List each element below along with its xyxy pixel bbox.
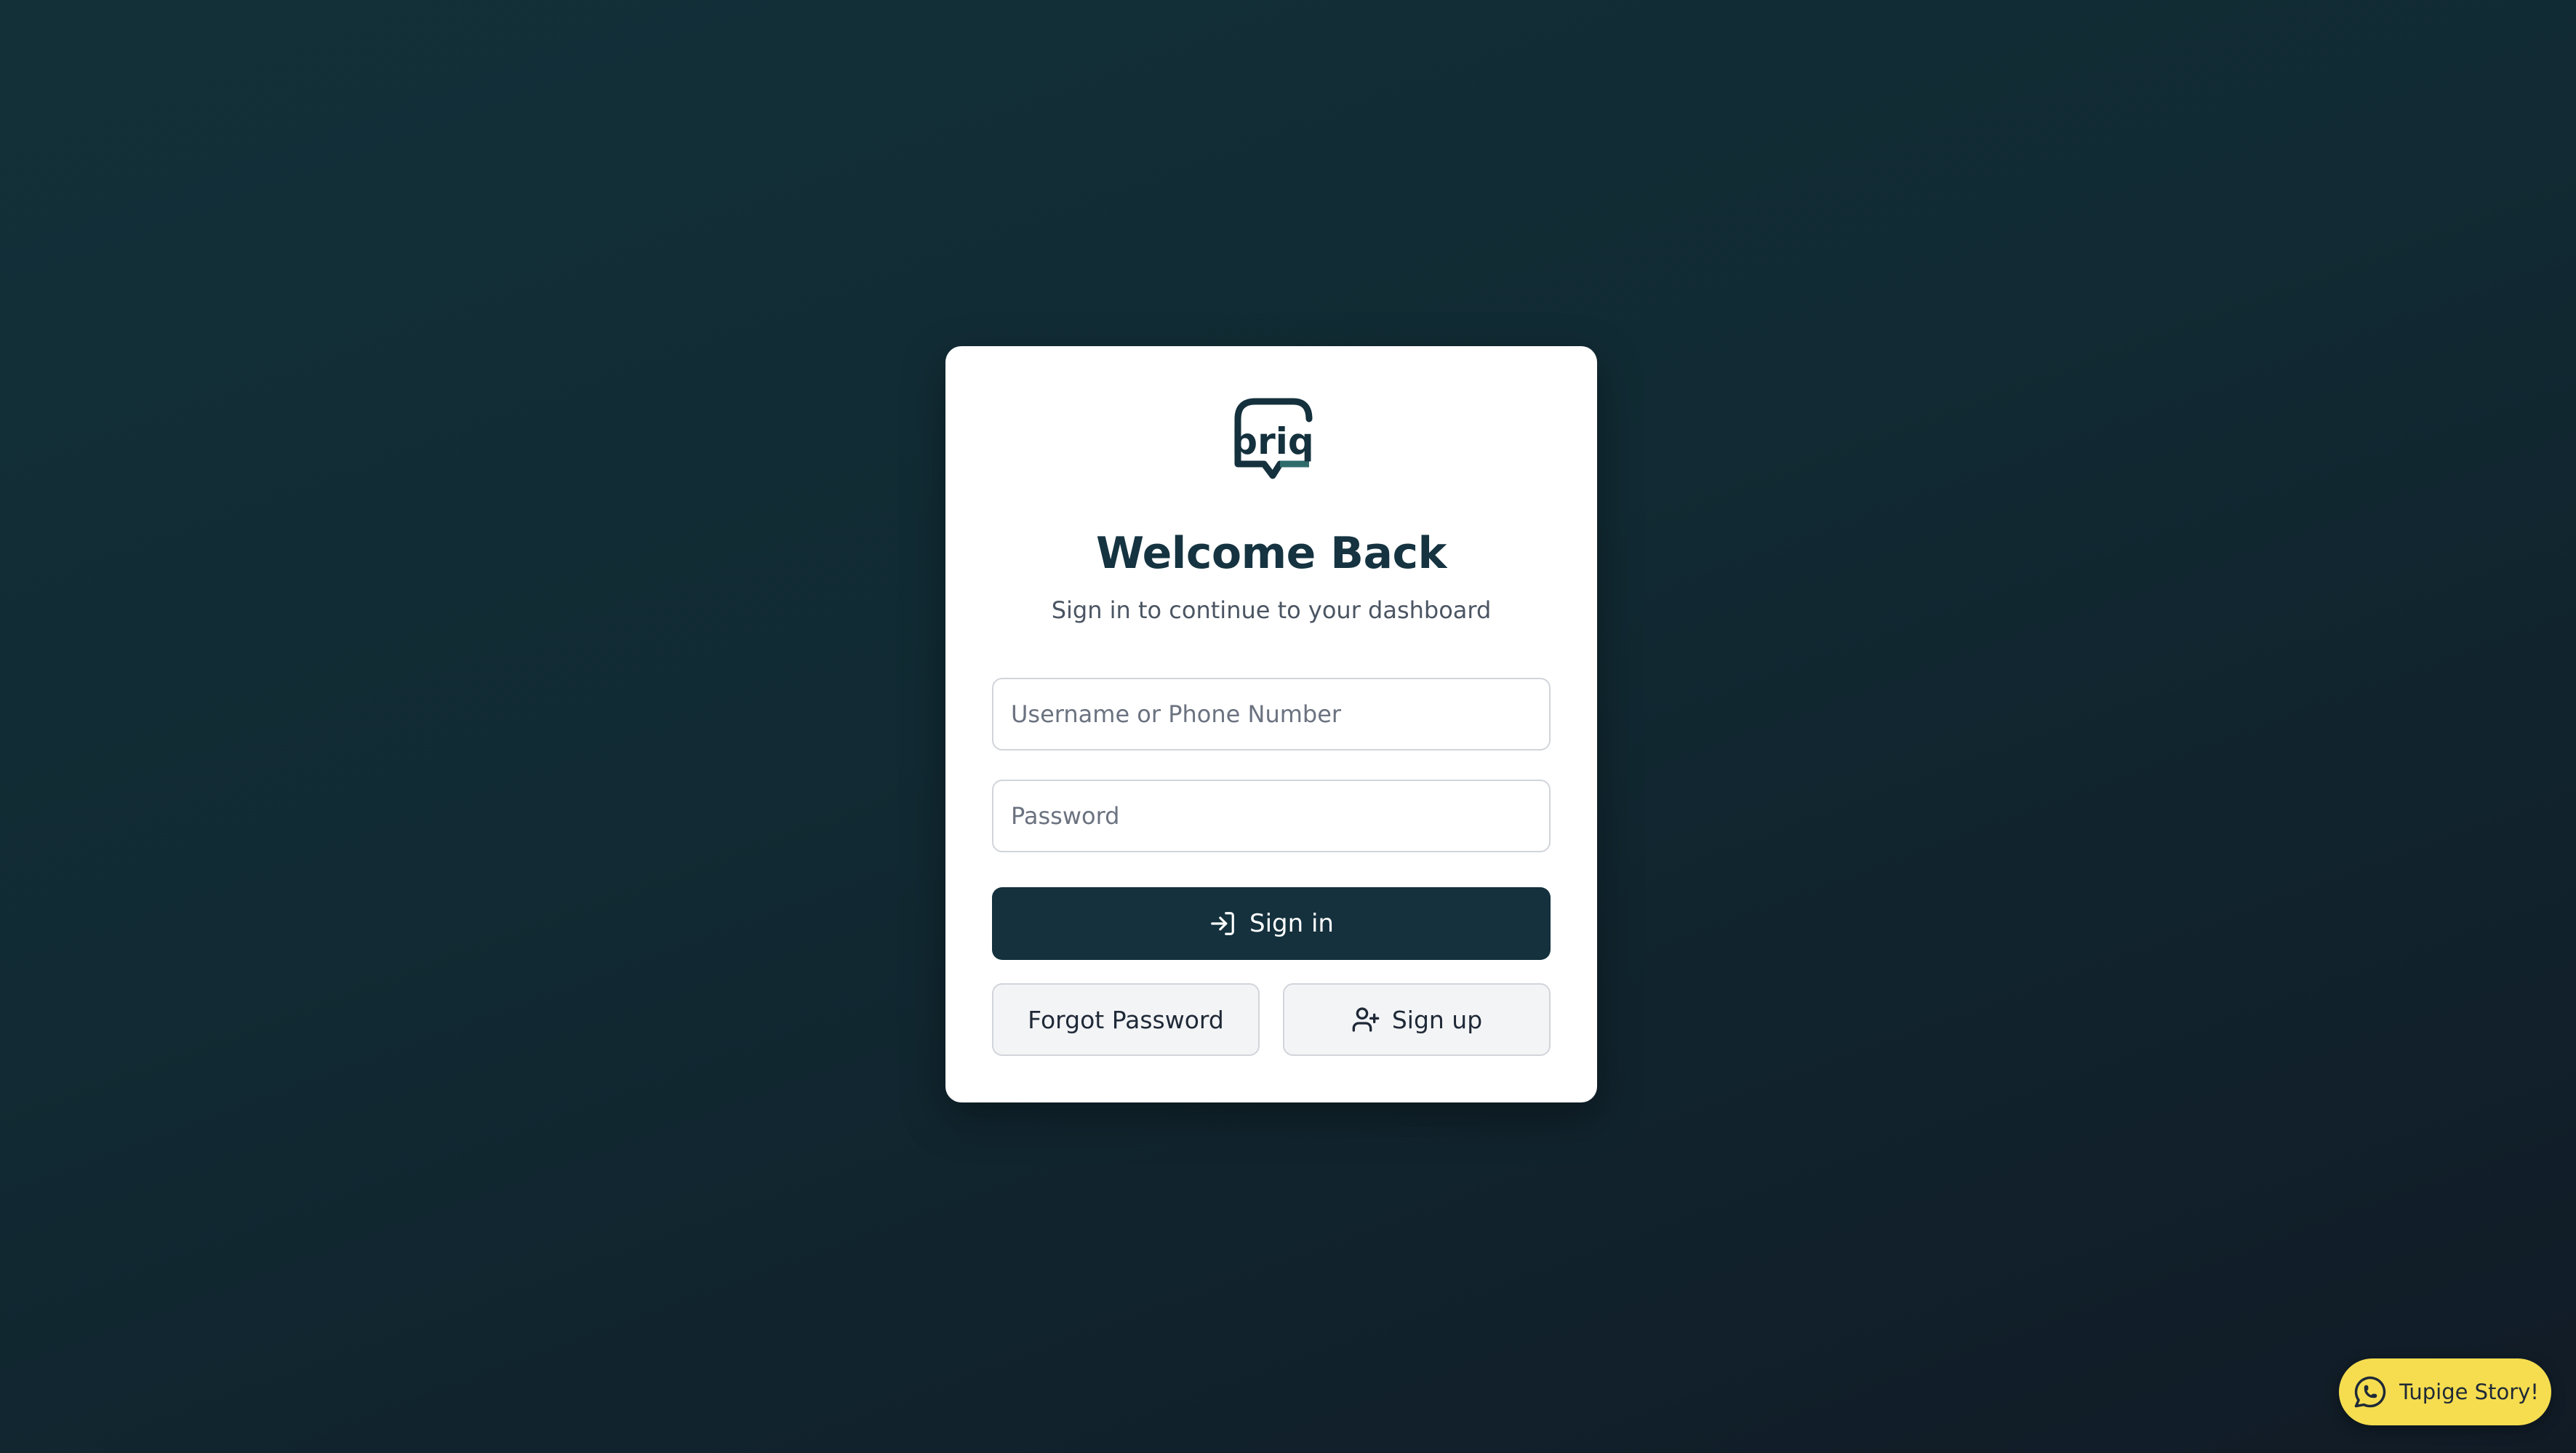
login-card: briq Welcome Back Sign in to continue to… [945, 346, 1597, 1102]
sign-in-button[interactable]: Sign in [992, 887, 1551, 960]
whatsapp-label: Tupige Story! [2399, 1380, 2539, 1404]
sign-in-label: Sign in [1249, 909, 1334, 938]
sign-up-label: Sign up [1391, 1005, 1483, 1034]
whatsapp-chat-button[interactable]: Tupige Story! [2339, 1358, 2551, 1425]
sign-up-button[interactable]: Sign up [1283, 983, 1551, 1056]
logo-wordmark: briq [1231, 420, 1313, 463]
page-subtitle: Sign in to continue to your dashboard [1051, 596, 1492, 624]
user-plus-icon [1351, 1005, 1380, 1034]
whatsapp-icon [2351, 1373, 2389, 1411]
log-in-icon [1209, 910, 1236, 937]
password-input[interactable] [992, 780, 1551, 852]
forgot-password-button[interactable]: Forgot Password [992, 983, 1260, 1056]
username-input[interactable] [992, 678, 1551, 750]
forgot-password-label: Forgot Password [1028, 1005, 1224, 1034]
briq-logo: briq [1228, 394, 1318, 484]
page-title: Welcome Back [1096, 528, 1447, 579]
